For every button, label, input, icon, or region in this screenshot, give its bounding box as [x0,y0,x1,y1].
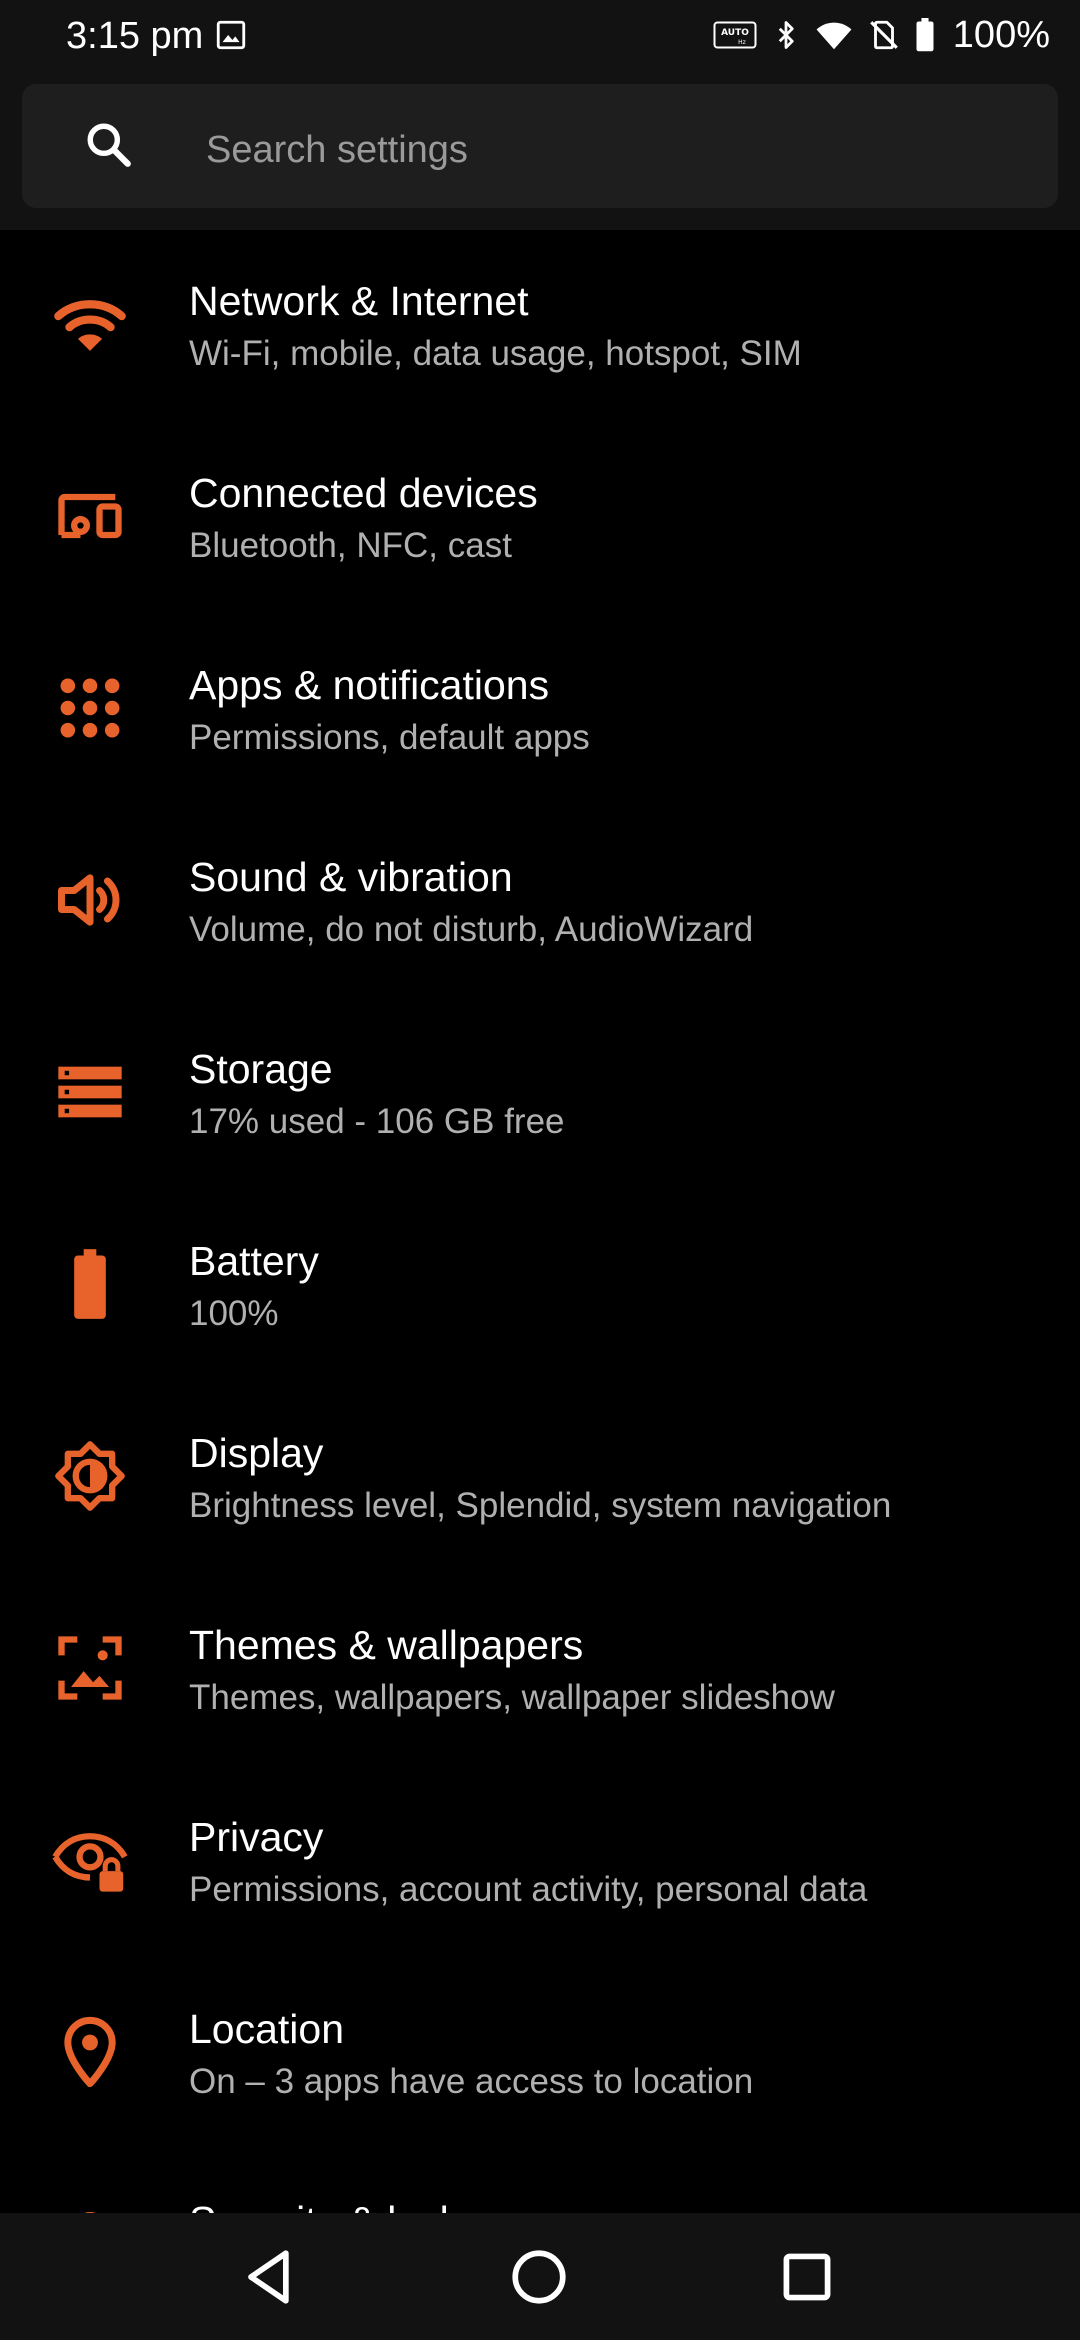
auto-badge-text: AUTO [721,28,749,38]
settings-item-network[interactable]: Network & Internet Wi-Fi, mobile, data u… [0,230,1080,422]
item-title: Themes & wallpapers [189,1622,584,1668]
item-subtitle: 17% used - 106 GB free [189,1102,565,1141]
search-icon[interactable] [84,120,134,170]
security-lock-icon [52,2206,128,2213]
settings-item-privacy[interactable]: Privacy Permissions, account activity, p… [0,1766,1080,1958]
item-subtitle: Brightness level, Splendid, system navig… [189,1486,892,1525]
brightness-icon [52,1438,128,1514]
status-time: 3:15 pm [66,15,204,57]
home-icon[interactable] [501,2239,577,2315]
settings-item-battery[interactable]: Battery 100% [0,1190,1080,1382]
item-title: Privacy [189,1814,324,1860]
item-subtitle: Themes, wallpapers, wallpaper slideshow [189,1678,835,1717]
settings-item-sound[interactable]: Sound & vibration Volume, do not disturb… [0,806,1080,998]
recents-icon[interactable] [769,2239,845,2315]
wifi-icon [815,16,853,54]
wallpaper-icon [52,1630,128,1706]
auto-hz-icon: AUTO Hz [713,21,757,49]
item-title: Display [189,1430,324,1476]
item-subtitle: On – 3 apps have access to location [189,2062,754,2101]
gallery-icon [214,18,248,52]
item-title: Sound & vibration [189,854,513,900]
search-bar[interactable] [22,84,1058,208]
navigation-bar [0,2213,1080,2340]
apps-grid-icon [52,670,128,746]
battery-icon [52,1246,128,1322]
item-subtitle: Volume, do not disturb, AudioWizard [189,910,754,949]
item-title: Network & Internet [189,278,529,324]
item-title: Connected devices [189,470,538,516]
item-title: Apps & notifications [189,662,550,708]
privacy-eye-icon [52,1822,128,1898]
item-title: Location [189,2006,345,2052]
location-pin-icon [52,2014,128,2090]
item-subtitle: Permissions, default apps [189,718,590,757]
settings-item-display[interactable]: Display Brightness level, Splendid, syst… [0,1382,1080,1574]
item-subtitle: Bluetooth, NFC, cast [189,526,512,565]
wifi-icon [52,286,128,362]
settings-screen: 3:15 pm AUTO Hz 100% Search settings Net… [0,0,1080,2340]
status-bar: 3:15 pm AUTO Hz 100% [0,0,1080,72]
back-icon[interactable] [232,2239,308,2315]
storage-icon [52,1054,128,1130]
no-sim-icon [867,17,901,53]
status-icons: AUTO Hz 100% [713,12,1050,58]
settings-item-security[interactable]: Security & lock [0,2150,1080,2213]
item-title: Battery [189,1238,319,1284]
speaker-icon [52,862,128,938]
settings-item-connected-devices[interactable]: Connected devices Bluetooth, NFC, cast [0,422,1080,614]
svg-text:Hz: Hz [738,39,746,46]
search-input[interactable] [206,124,1026,176]
settings-item-location[interactable]: Location On – 3 apps have access to loca… [0,1958,1080,2150]
item-subtitle: Permissions, account activity, personal … [189,1870,868,1909]
settings-list: Network & Internet Wi-Fi, mobile, data u… [0,230,1080,2213]
search-area [0,72,1080,230]
battery-icon [915,18,935,52]
settings-item-storage[interactable]: Storage 17% used - 106 GB free [0,998,1080,1190]
devices-icon [52,478,128,554]
bluetooth-icon [771,17,801,53]
battery-percent: 100% [952,14,1050,56]
item-subtitle: 100% [189,1294,279,1333]
item-title: Storage [189,1046,333,1092]
item-title: Security & lock [189,2197,460,2213]
item-subtitle: Wi-Fi, mobile, data usage, hotspot, SIM [189,334,802,373]
settings-item-apps[interactable]: Apps & notifications Permissions, defaul… [0,614,1080,806]
settings-item-themes[interactable]: Themes & wallpapers Themes, wallpapers, … [0,1574,1080,1766]
